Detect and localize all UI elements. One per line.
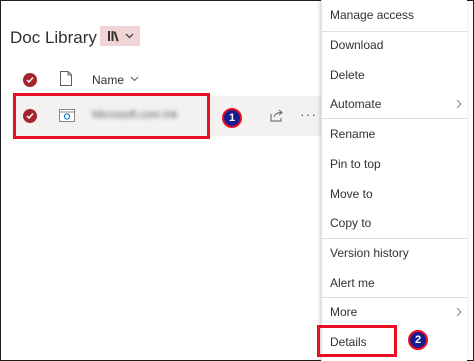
library-icon [107, 31, 119, 42]
menu-item-more[interactable]: More [322, 298, 468, 326]
menu-item-rename[interactable]: Rename [322, 120, 468, 148]
chevron-right-icon [456, 307, 462, 317]
menu-item-automate[interactable]: Automate [322, 90, 468, 118]
chevron-down-icon [125, 33, 133, 39]
highlight-box-file-row [13, 93, 210, 139]
library-title: Doc Library [10, 28, 97, 47]
menu-item-move-to[interactable]: Move to [322, 180, 468, 208]
chevron-right-icon [456, 99, 462, 109]
menu-item-label: More [330, 305, 358, 319]
chevron-down-icon[interactable] [130, 76, 139, 82]
more-actions-icon[interactable]: ··· [300, 106, 317, 122]
context-menu: Manage access Download Delete Automate R… [321, 0, 468, 361]
menu-item-download[interactable]: Download [322, 31, 468, 59]
file-type-icon[interactable] [60, 71, 72, 86]
menu-item-copy-to[interactable]: Copy to [322, 209, 468, 237]
select-all-checkbox[interactable] [23, 73, 37, 87]
checkmark-icon [26, 77, 34, 84]
menu-item-label: Automate [330, 97, 382, 111]
menu-item-pin-to-top[interactable]: Pin to top [322, 150, 468, 178]
column-header-name[interactable]: Name [92, 73, 124, 87]
menu-item-alert-me[interactable]: Alert me [322, 269, 468, 297]
highlight-box-details [317, 325, 397, 357]
step-badge-1: 1 [222, 108, 242, 128]
menu-divider [322, 118, 468, 119]
menu-item-version-history[interactable]: Version history [322, 239, 468, 267]
share-icon[interactable] [270, 109, 284, 122]
menu-item-manage-access[interactable]: Manage access [322, 1, 468, 29]
library-view-button[interactable] [100, 26, 140, 46]
step-badge-2: 2 [408, 330, 428, 350]
menu-item-delete[interactable]: Delete [322, 61, 468, 89]
